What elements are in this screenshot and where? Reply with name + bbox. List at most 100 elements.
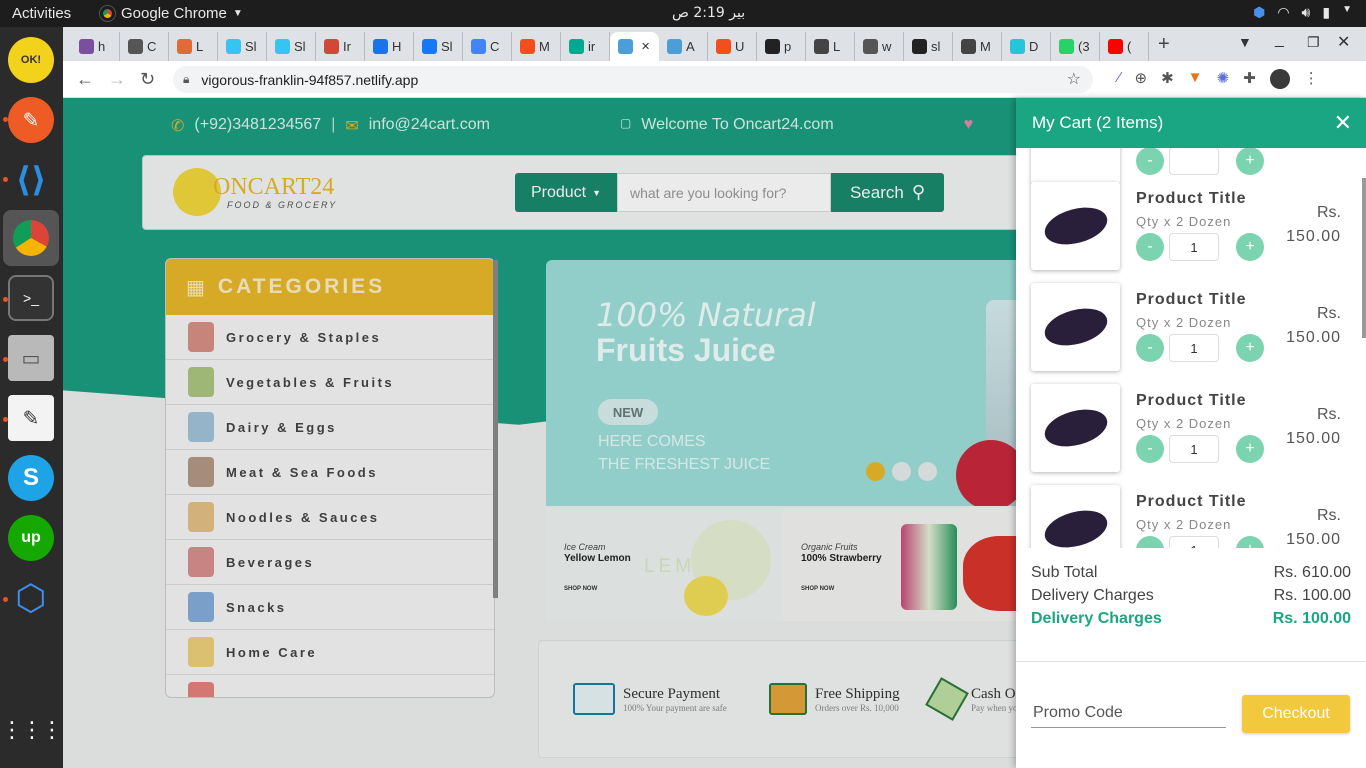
browser-tab[interactable]: ir (561, 32, 610, 61)
cart-scrollbar[interactable] (1362, 178, 1366, 338)
metamask-icon[interactable]: ▼ (1188, 69, 1203, 89)
browser-tab[interactable]: M (512, 32, 561, 61)
browser-tab[interactable]: Sl (267, 32, 316, 61)
subtotal-row: Sub Total Rs. 610.00 (1031, 564, 1351, 587)
browser-tab[interactable]: sl (904, 32, 953, 61)
text-editor-icon[interactable]: ✎ (8, 395, 54, 441)
tab-label: M (980, 39, 991, 54)
browser-tab[interactable]: w (855, 32, 904, 61)
app-icon[interactable]: ⬡ (8, 575, 54, 621)
system-tray[interactable]: ⬢ ◠ 🔊︎ ▮ ▼ (1253, 4, 1352, 21)
browser-tab[interactable]: h (71, 32, 120, 61)
pen-extension-icon[interactable]: ⁄ (1118, 69, 1121, 89)
browser-tab[interactable]: Ir (316, 32, 365, 61)
chrome-dock-icon[interactable] (3, 210, 59, 266)
app-menu[interactable]: Google Chrome ▼ (100, 5, 243, 22)
cart-item: - + (1031, 148, 1361, 186)
grand-total-value: Rs. 100.00 (1272, 610, 1351, 627)
gear-extension-icon[interactable]: ✺ (1217, 69, 1230, 89)
app-menu-label: Google Chrome (121, 5, 227, 22)
browser-tab[interactable]: ✕ (610, 32, 659, 61)
okular-icon[interactable]: OK! (8, 37, 54, 83)
tab-search-icon[interactable]: ▼ (1238, 34, 1252, 50)
decrease-qty-button[interactable]: - (1136, 148, 1164, 175)
browser-tab[interactable]: L (169, 32, 218, 61)
activities-button[interactable]: Activities (12, 5, 71, 22)
product-title: Product Title (1136, 392, 1247, 409)
quantity-input[interactable]: 1 (1169, 435, 1219, 463)
files-icon[interactable]: ▭ (8, 335, 54, 381)
tab-label: ( (1127, 39, 1132, 54)
increase-qty-button[interactable]: + (1236, 233, 1264, 261)
back-button[interactable]: ← (76, 69, 94, 90)
browser-tab[interactable]: A (659, 32, 708, 61)
checkout-button[interactable]: Checkout (1242, 695, 1350, 733)
tab-favicon-icon (324, 39, 339, 54)
decrease-qty-button[interactable]: - (1136, 233, 1164, 261)
browser-tab[interactable]: L (806, 32, 855, 61)
delivery-label: Delivery Charges (1031, 587, 1154, 604)
browser-tab[interactable]: C (463, 32, 512, 61)
puzzle-icon[interactable]: ✚ (1243, 69, 1256, 89)
bug-extension-icon[interactable]: ✱ (1161, 69, 1174, 89)
browser-tab[interactable]: (3 (1051, 32, 1100, 61)
decrease-qty-button[interactable]: - (1136, 536, 1164, 548)
globe-extension-icon[interactable]: ⊕ (1135, 69, 1148, 89)
lock-icon: 🔒︎ (183, 72, 190, 86)
bookmark-star-icon[interactable]: ☆ (1067, 69, 1081, 89)
browser-tab[interactable]: D (1002, 32, 1051, 61)
close-icon[interactable]: ✕ (1334, 110, 1352, 136)
battery-icon: ▮ (1322, 4, 1331, 20)
product-qty: Qty x 2 Dozen (1136, 315, 1232, 330)
sync-icon[interactable]: ⬢ (1253, 4, 1265, 21)
increase-qty-button[interactable]: + (1236, 435, 1264, 463)
quantity-input[interactable]: 1 (1169, 536, 1219, 548)
forward-button[interactable]: → (108, 69, 126, 90)
quantity-input[interactable] (1169, 148, 1219, 175)
browser-tab[interactable]: H (365, 32, 414, 61)
browser-tab[interactable]: Sl (218, 32, 267, 61)
avatar[interactable] (1269, 69, 1290, 89)
show-apps-icon[interactable]: ⋮⋮⋮ (1, 707, 63, 753)
tab-favicon-icon (716, 39, 731, 54)
menu-kebab-icon[interactable]: ⋮ (1304, 69, 1319, 89)
new-tab-button[interactable]: + (1158, 33, 1170, 56)
increase-qty-button[interactable]: + (1236, 334, 1264, 362)
minimize-button[interactable]: _ (1275, 31, 1284, 49)
promo-code-input[interactable]: Promo Code (1031, 698, 1226, 728)
chevron-down-icon: ▼ (1342, 4, 1352, 15)
tab-label: sl (931, 39, 941, 54)
vscode-icon[interactable]: ⟨⟩ (8, 157, 54, 203)
increase-qty-button[interactable]: + (1236, 148, 1264, 175)
terminal-icon[interactable]: >_ (8, 275, 54, 321)
product-title: Product Title (1136, 190, 1247, 207)
browser-tab[interactable]: U (708, 32, 757, 61)
close-tab-icon[interactable]: ✕ (641, 40, 650, 53)
reload-button[interactable]: ↻ (140, 69, 155, 90)
postman-icon[interactable]: ✎ (8, 97, 54, 143)
product-thumbnail (1031, 384, 1120, 472)
increase-qty-button[interactable]: + (1236, 536, 1264, 548)
eggplant-image (1040, 504, 1111, 548)
close-window-button[interactable]: ✕ (1337, 32, 1350, 52)
skype-icon[interactable]: S (8, 455, 54, 501)
browser-tab[interactable]: Sl (414, 32, 463, 61)
price-currency: Rs. (1317, 204, 1341, 221)
browser-tab[interactable]: C (120, 32, 169, 61)
decrease-qty-button[interactable]: - (1136, 334, 1164, 362)
tab-label: (3 (1078, 39, 1090, 54)
maximize-button[interactable]: ❐ (1307, 34, 1320, 51)
clock[interactable]: بير 2:19 ص (672, 5, 745, 21)
upwork-icon[interactable]: up (8, 515, 54, 561)
browser-tab[interactable]: M (953, 32, 1002, 61)
browser-tab[interactable]: p (757, 32, 806, 61)
quantity-input[interactable]: 1 (1169, 334, 1219, 362)
decrease-qty-button[interactable]: - (1136, 435, 1164, 463)
price-value: 150.00 (1286, 228, 1341, 245)
quantity-input[interactable]: 1 (1169, 233, 1219, 261)
browser-tab[interactable]: ( (1100, 32, 1149, 61)
url-text: vigorous-franklin-94f857.netlify.app (201, 71, 419, 88)
address-bar[interactable]: 🔒︎ vigorous-franklin-94f857.netlify.app … (173, 66, 1093, 93)
page-dim-overlay[interactable] (63, 98, 1018, 768)
cart-item: Product Title Qty x 2 Dozen Rs. 150.00 -1 + (1031, 182, 1361, 272)
